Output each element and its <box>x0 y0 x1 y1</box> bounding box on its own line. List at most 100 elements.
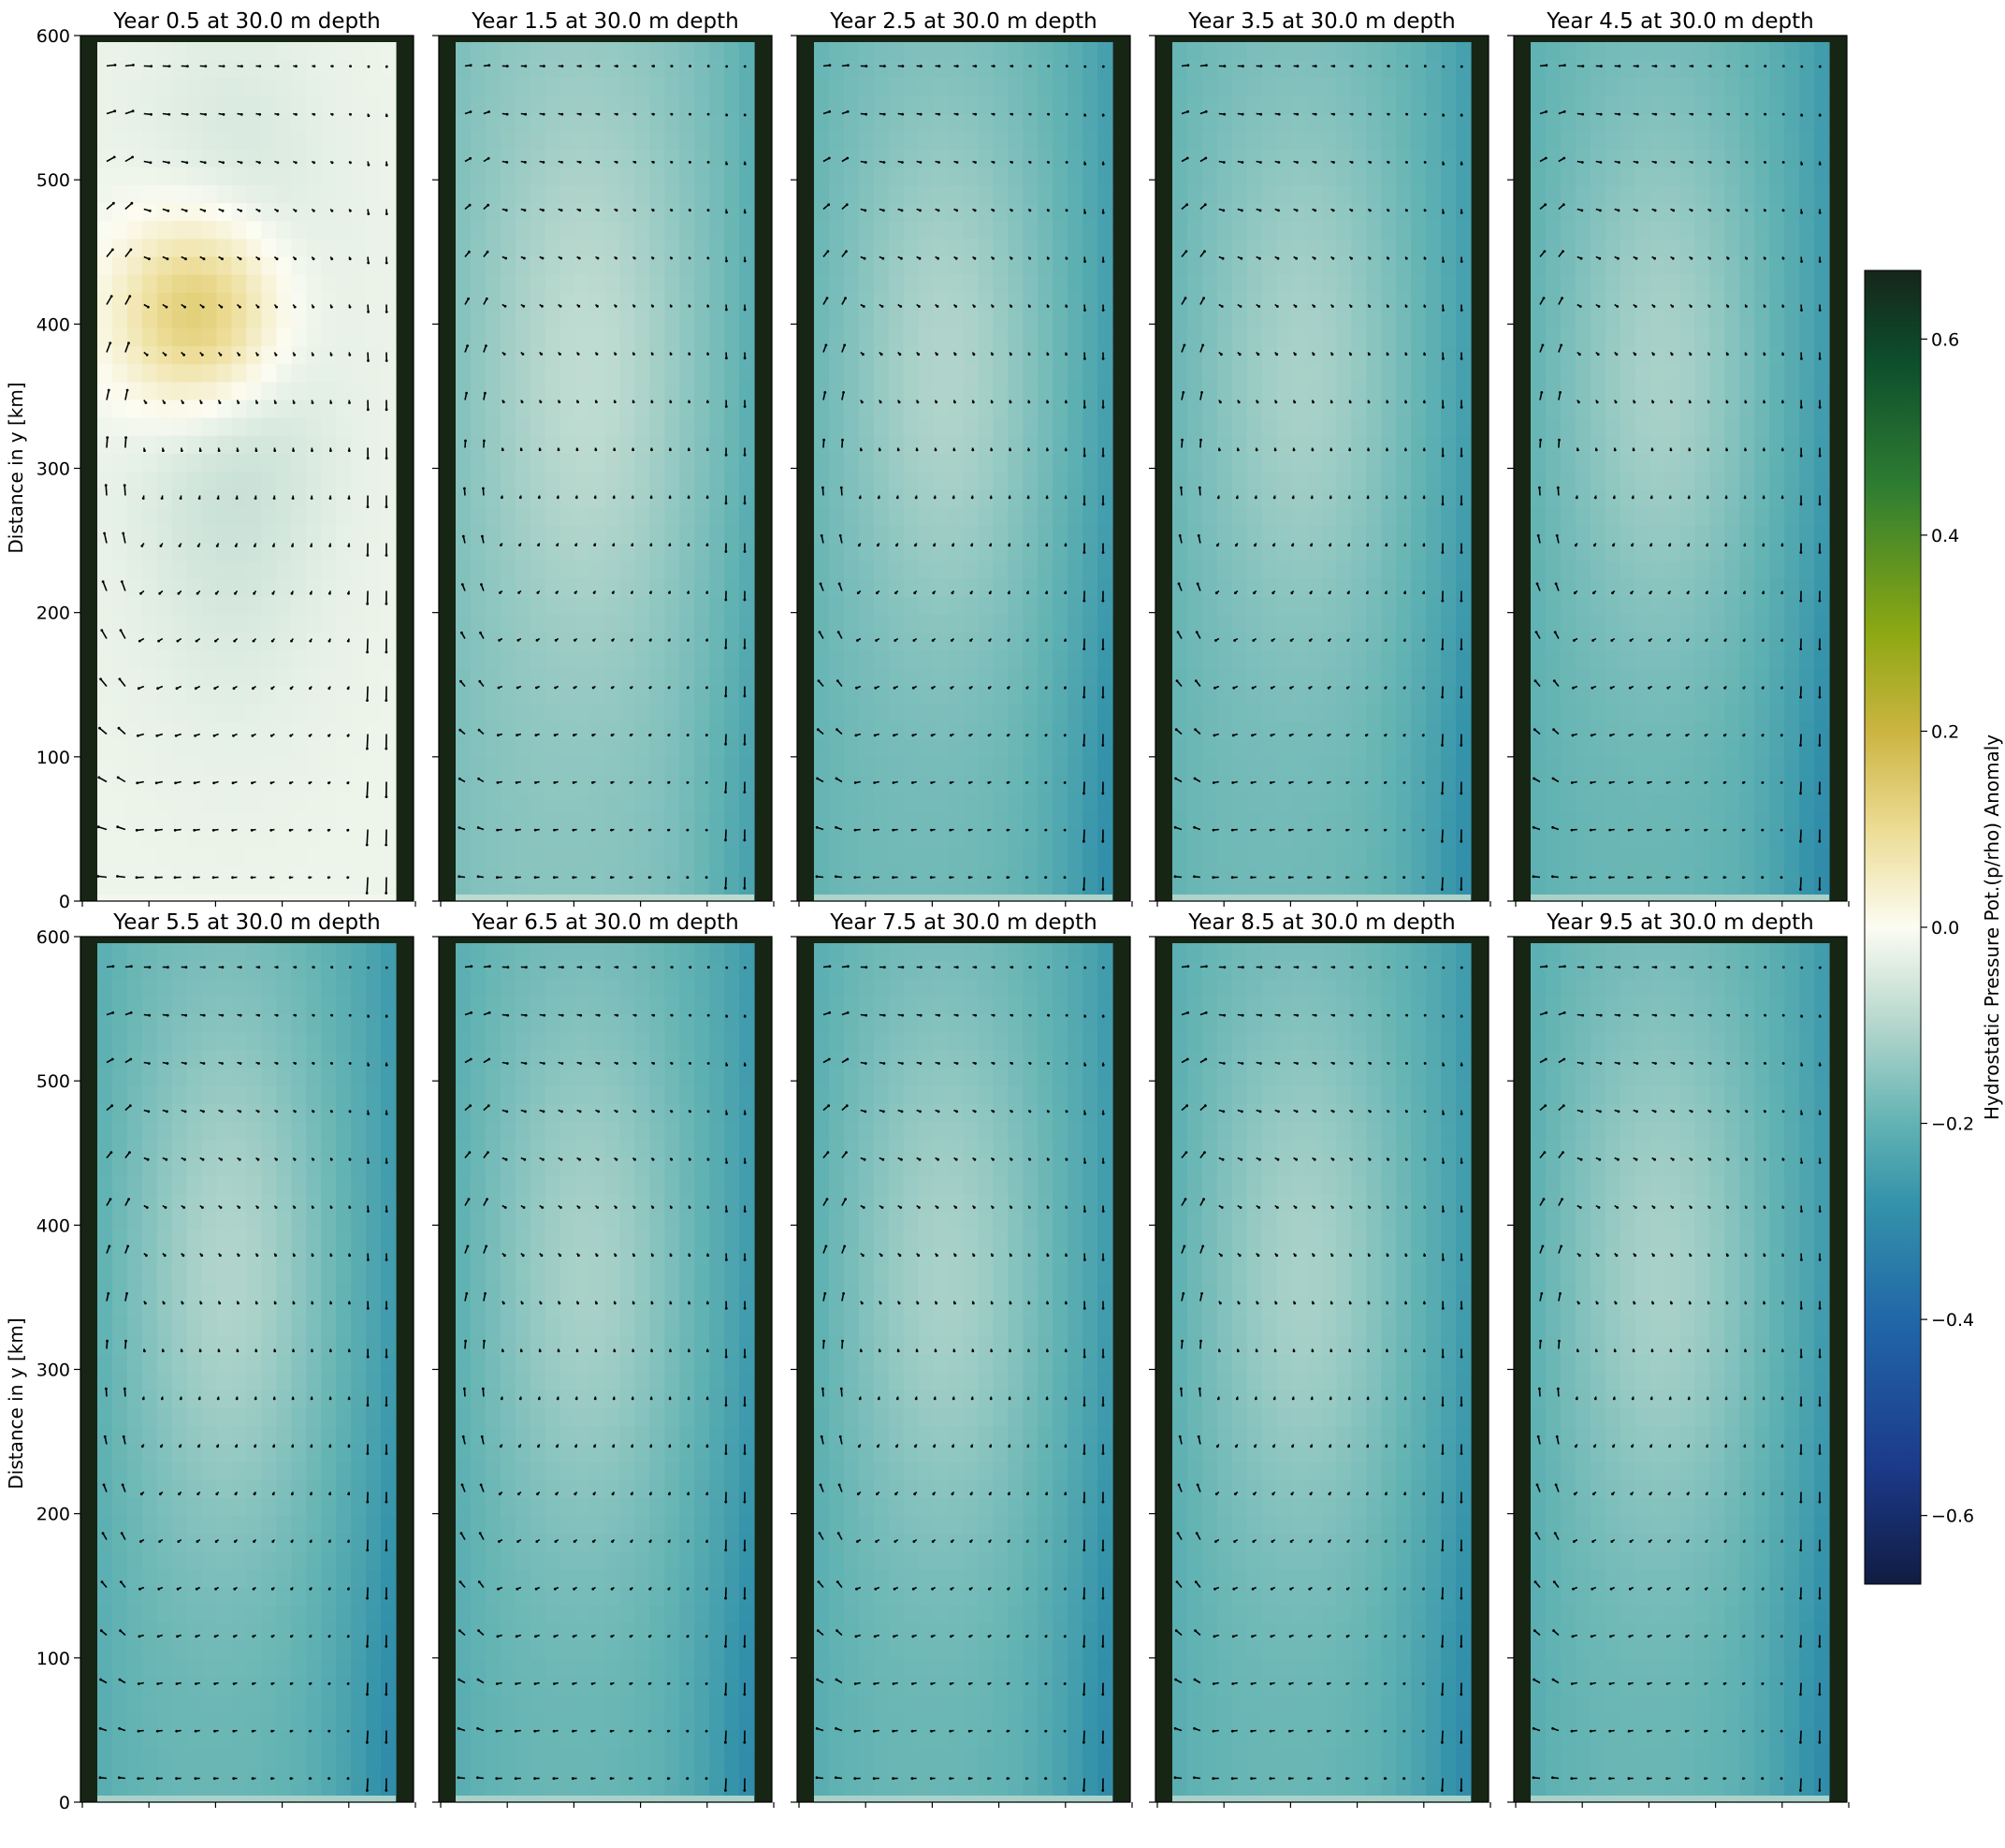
velocity-arrow-head <box>1762 544 1765 547</box>
velocity-arrow-head <box>330 161 334 165</box>
velocity-arrow-head <box>706 1254 709 1258</box>
velocity-arrow-head <box>1404 448 1407 452</box>
velocity-arrow-head <box>139 1492 143 1496</box>
velocity-arrow-head <box>1628 686 1632 690</box>
velocity-arrow-head <box>553 828 556 832</box>
velocity-arrow-head <box>967 1729 971 1733</box>
velocity-arrow-head <box>1064 1349 1068 1353</box>
velocity-arrow-head <box>1329 448 1333 452</box>
velocity-arrow-head <box>516 1587 519 1591</box>
velocity-arrow-head <box>1010 1062 1013 1065</box>
velocity-arrow-head <box>1631 544 1634 547</box>
velocity-arrow-head <box>1182 391 1185 394</box>
velocity-arrow-head <box>611 1540 614 1543</box>
velocity-arrow-head <box>499 591 501 594</box>
velocity-arrow-head <box>1404 353 1408 357</box>
velocity-arrow-head <box>348 1157 352 1161</box>
velocity-arrow-head <box>1460 1014 1463 1018</box>
velocity-arrow-head <box>1046 1302 1049 1305</box>
velocity-arrow-head <box>1555 534 1559 537</box>
velocity-arrow-head <box>918 305 921 308</box>
velocity-arrow-head <box>1743 496 1747 500</box>
velocity-arrow-head <box>857 1445 861 1448</box>
velocity-arrow-head <box>1369 1013 1373 1017</box>
velocity-arrow-head <box>156 1682 160 1685</box>
velocity-arrow-head <box>385 1404 388 1407</box>
velocity-arrow-head <box>1083 162 1087 166</box>
velocity-arrow-head <box>555 591 559 594</box>
velocity-arrow-head <box>1065 353 1068 357</box>
velocity-arrow-head <box>553 781 557 784</box>
panel-title: Year 4.5 at 30.0 m depth <box>1546 9 1814 34</box>
velocity-arrow-head <box>987 828 990 832</box>
velocity-arrow-head <box>706 65 710 68</box>
velocity-arrow <box>724 829 727 840</box>
velocity-arrow-head <box>647 1729 651 1733</box>
velocity-arrow-head <box>743 405 747 408</box>
velocity-arrow-head <box>309 639 312 643</box>
velocity-arrow-head <box>385 1549 388 1551</box>
velocity-arrow-head <box>329 1302 332 1305</box>
velocity-arrow-head <box>349 161 352 165</box>
velocity-arrow-head <box>743 1740 747 1744</box>
velocity-arrow-head <box>522 304 526 308</box>
velocity-arrow-head <box>385 1740 388 1744</box>
velocity-arrow-head <box>864 1110 867 1113</box>
velocity-arrow-head <box>1651 400 1655 404</box>
velocity-arrow-head <box>535 686 538 690</box>
velocity-arrow-head <box>199 401 203 404</box>
velocity-arrow-head <box>670 966 674 969</box>
velocity-arrow-head <box>1257 353 1260 357</box>
velocity-arrow-head <box>194 1729 197 1733</box>
y-tick-label: 100 <box>36 1649 70 1669</box>
velocity-arrow-head <box>970 1397 974 1401</box>
velocity-arrow-head <box>185 112 189 116</box>
velocity-arrow-head <box>896 448 900 452</box>
velocity-arrow-head <box>844 1198 847 1200</box>
velocity-arrow-head <box>1387 305 1389 308</box>
velocity-arrow-head <box>1652 305 1656 308</box>
velocity-arrow-head <box>1421 876 1425 880</box>
velocity-arrow-head <box>514 1777 517 1781</box>
velocity-arrow-head <box>1314 161 1317 164</box>
velocity-arrow-head <box>872 876 876 880</box>
velocity-arrow-head <box>876 1492 879 1496</box>
velocity-arrow-head <box>232 734 235 737</box>
velocity-arrow-head <box>560 112 564 116</box>
velocity-arrow-head <box>458 875 461 879</box>
velocity-arrow-head <box>573 1540 576 1543</box>
heatmap-field <box>814 943 1113 1803</box>
velocity-arrow-head <box>1705 639 1708 642</box>
velocity-arrow-head <box>499 1445 502 1448</box>
velocity-arrow-head <box>630 638 633 642</box>
velocity-arrow-head <box>252 687 254 691</box>
velocity-arrow-head <box>505 65 509 68</box>
velocity-arrow-head <box>670 209 674 212</box>
velocity-arrow-head <box>522 1206 526 1209</box>
velocity-arrow-head <box>911 1682 914 1685</box>
velocity-arrow-head <box>119 629 123 632</box>
velocity-arrow-head <box>1065 65 1068 68</box>
velocity-arrow-head <box>1600 65 1603 68</box>
velocity-arrow-head <box>212 1777 216 1781</box>
velocity-arrow-head <box>873 1682 877 1685</box>
velocity-arrow-head <box>1368 305 1372 308</box>
velocity-arrow-head <box>495 1777 499 1781</box>
velocity-arrow-head <box>1647 828 1649 832</box>
velocity-arrow-head <box>577 304 581 308</box>
velocity-arrow-head <box>725 1210 728 1213</box>
velocity-arrow-head <box>1618 161 1620 164</box>
velocity-arrow-head <box>901 161 904 164</box>
velocity-arrow-head <box>593 496 597 500</box>
velocity-arrow <box>1799 829 1802 842</box>
velocity-arrow-head <box>974 1062 977 1065</box>
velocity-arrow-head <box>327 1682 331 1685</box>
velocity-arrow-head <box>1259 112 1263 116</box>
velocity-arrow-head <box>876 544 879 547</box>
velocity-arrow-head <box>1230 876 1234 880</box>
velocity-arrow-head <box>651 1157 655 1161</box>
velocity-arrow-head <box>195 1635 198 1638</box>
velocity-arrow-head <box>385 1014 388 1018</box>
velocity-arrow-head <box>1405 966 1409 969</box>
velocity-arrow-head <box>1064 1587 1067 1591</box>
